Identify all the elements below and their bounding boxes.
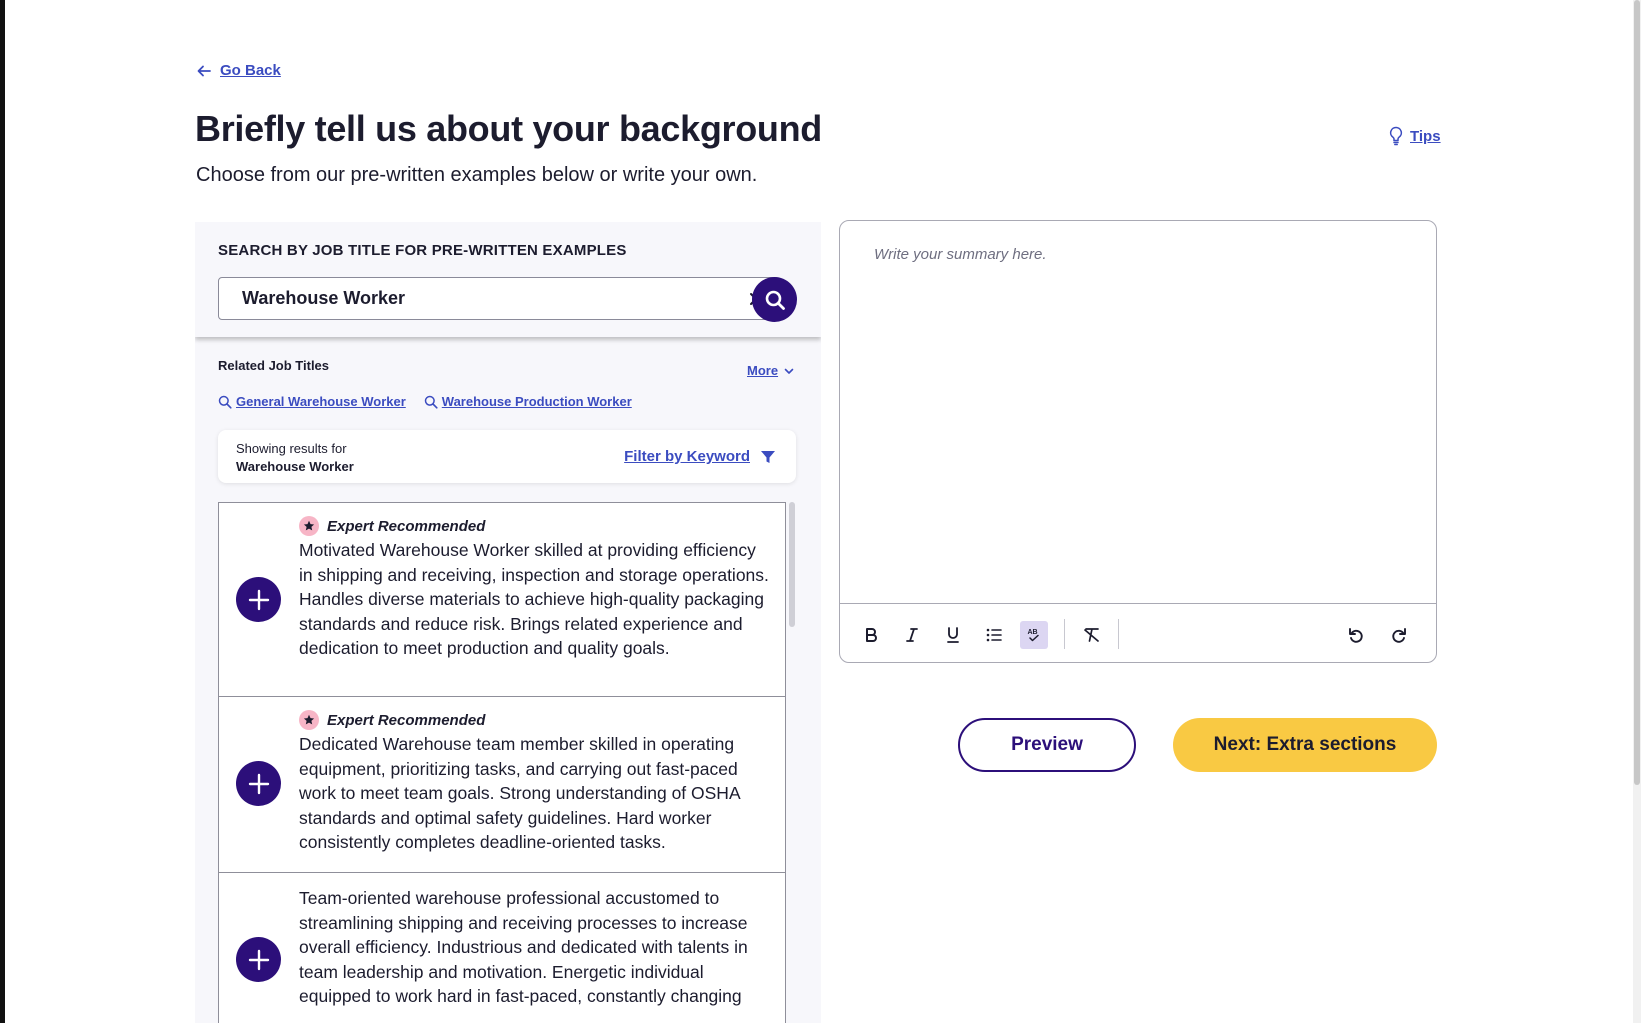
clear-format-icon <box>1084 628 1099 642</box>
related-job-titles-heading: Related Job Titles <box>218 358 330 373</box>
list-item[interactable]: Expert Recommended Dedicated Warehouse t… <box>218 696 786 873</box>
bullet-list-button[interactable] <box>980 621 1008 649</box>
preview-button[interactable]: Preview <box>958 718 1136 772</box>
example-text: Motivated Warehouse Worker skilled at pr… <box>299 540 769 658</box>
redo-button[interactable] <box>1385 621 1413 649</box>
next-extra-sections-button[interactable]: Next: Extra sections <box>1173 718 1437 772</box>
toolbar-divider <box>1064 619 1065 649</box>
examples-scrollbar[interactable] <box>789 502 795 627</box>
page-title: Briefly tell us about your background <box>195 108 822 149</box>
italic-icon <box>906 628 918 642</box>
job-title-search-input[interactable] <box>242 278 702 319</box>
results-summary: Showing results for Warehouse Worker Fil… <box>218 430 796 483</box>
badge-label: Expert Recommended <box>327 517 486 535</box>
expert-recommended-badge: Expert Recommended <box>299 516 771 536</box>
tips-link[interactable]: Tips <box>1388 126 1441 146</box>
filter-by-keyword-button[interactable]: Filter by Keyword <box>624 448 776 465</box>
search-icon <box>765 290 785 310</box>
plus-icon <box>248 949 269 970</box>
underline-button[interactable] <box>939 621 967 649</box>
search-icon <box>424 395 438 409</box>
expert-recommended-badge: Expert Recommended <box>299 710 771 730</box>
add-example-button[interactable] <box>236 937 281 982</box>
plus-icon <box>248 773 269 794</box>
related-link-general-warehouse-worker[interactable]: General Warehouse Worker <box>218 394 406 409</box>
page-subtitle: Choose from our pre-written examples bel… <box>196 164 758 186</box>
svg-text:AB: AB <box>1028 629 1038 636</box>
bold-button[interactable] <box>857 621 885 649</box>
related-link-label: General Warehouse Worker <box>236 394 406 409</box>
badge-label: Expert Recommended <box>327 711 486 729</box>
arrow-left-icon <box>197 65 211 76</box>
star-icon <box>299 710 319 730</box>
plus-icon <box>248 589 269 610</box>
examples-list: Expert Recommended Motivated Warehouse W… <box>218 502 786 1023</box>
bold-icon <box>866 628 877 642</box>
page-scrollbar[interactable] <box>1633 0 1641 1023</box>
chevron-down-icon <box>784 368 794 374</box>
filter-label: Filter by Keyword <box>624 448 750 465</box>
related-link-warehouse-production-worker[interactable]: Warehouse Production Worker <box>424 394 632 409</box>
italic-button[interactable] <box>898 621 926 649</box>
clear-format-button[interactable] <box>1078 621 1106 649</box>
showing-results-label: Showing results for <box>236 441 347 456</box>
spellcheck-button[interactable]: AB <box>1020 621 1048 649</box>
go-back-link[interactable]: Go Back <box>196 62 281 79</box>
summary-placeholder: Write your summary here. <box>874 246 1047 263</box>
undo-icon <box>1349 628 1363 643</box>
editor-toolbar: AB <box>840 603 1436 664</box>
bullet-list-icon <box>986 628 1002 642</box>
job-title-search-field[interactable] <box>218 277 780 320</box>
add-example-button[interactable] <box>236 761 281 806</box>
examples-panel: SEARCH BY JOB TITLE FOR PRE-WRITTEN EXAM… <box>195 222 821 1023</box>
list-item[interactable]: Team-oriented warehouse professional acc… <box>218 872 786 1023</box>
go-back-label: Go Back <box>220 62 281 79</box>
search-label: SEARCH BY JOB TITLE FOR PRE-WRITTEN EXAM… <box>218 242 627 259</box>
example-body: Team-oriented warehouse professional acc… <box>299 873 785 1021</box>
add-example-button[interactable] <box>236 577 281 622</box>
redo-icon <box>1392 628 1406 643</box>
spellcheck-icon: AB <box>1028 629 1039 642</box>
example-body: Expert Recommended Dedicated Warehouse t… <box>299 697 785 867</box>
toolbar-divider <box>1118 619 1119 649</box>
lightbulb-icon <box>1389 126 1403 146</box>
page-scrollbar-thumb[interactable] <box>1634 0 1640 785</box>
more-related-button[interactable]: More <box>747 363 795 378</box>
summary-editor: Write your summary here. AB <box>839 220 1437 663</box>
example-body: Expert Recommended Motivated Warehouse W… <box>299 503 785 673</box>
example-text: Dedicated Warehouse team member skilled … <box>299 734 740 852</box>
filter-icon <box>761 450 775 463</box>
example-text: Team-oriented warehouse professional acc… <box>299 888 748 1006</box>
search-button[interactable] <box>752 277 797 322</box>
related-link-label: Warehouse Production Worker <box>441 394 632 409</box>
summary-text-area[interactable]: Write your summary here. <box>840 221 1436 603</box>
underline-icon <box>947 627 959 643</box>
showing-results-value: Warehouse Worker <box>236 459 354 474</box>
list-item[interactable]: Expert Recommended Motivated Warehouse W… <box>218 502 786 697</box>
related-links: General Warehouse Worker Warehouse Produ… <box>218 394 632 409</box>
undo-button[interactable] <box>1342 621 1370 649</box>
tips-label: Tips <box>1410 127 1441 145</box>
star-icon <box>299 516 319 536</box>
window-left-edge <box>0 0 5 1023</box>
more-label: More <box>747 363 779 378</box>
search-card: SEARCH BY JOB TITLE FOR PRE-WRITTEN EXAM… <box>195 222 821 337</box>
search-icon <box>218 395 232 409</box>
